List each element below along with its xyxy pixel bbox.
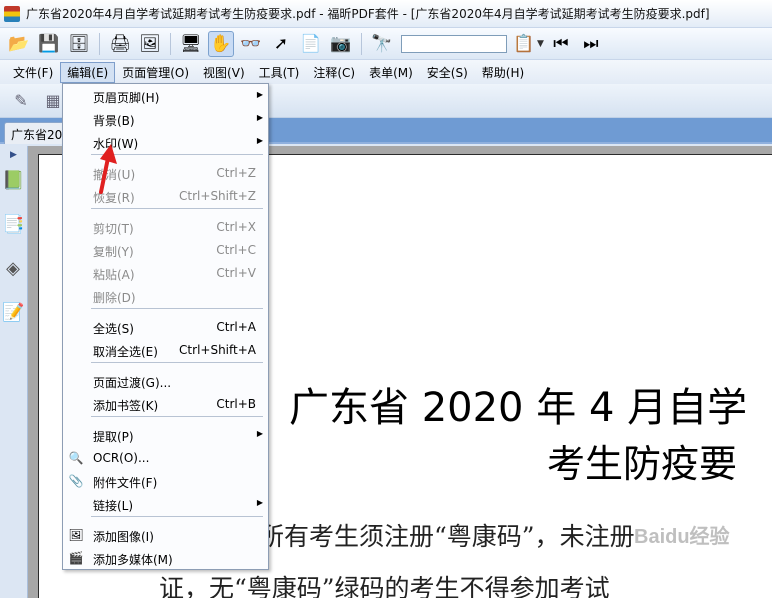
window-title: 广东省2020年4月自学考试延期考试考生防疫要求.pdf - 福昕PDF套件 -… [26,7,710,21]
menu-tools[interactable]: 工具(T) [252,62,307,83]
title-bar: 广东省2020年4月自学考试延期考试考生防疫要求.pdf - 福昕PDF套件 -… [0,0,772,28]
menu-edit[interactable]: 编辑(E) [60,61,116,83]
bookmark-panel-icon[interactable]: 📗 [2,170,24,194]
save-all-icon[interactable]: 🗄 [66,31,92,57]
expand-arrow-icon[interactable]: ▶ [10,150,17,160]
pages-panel-icon[interactable]: 📑 [2,214,24,238]
paint-brush-icon[interactable]: ✎ [8,88,34,114]
toolbar-separator [170,32,171,55]
search-options-icon[interactable]: 📋 [511,31,537,57]
main-toolbar: 📂 💾 🗄 🖨 🖼 🖥 ✋ 👓 ➚ 📄 📷 🔭 📋 ▼ ⏮ ⏭ [0,28,772,60]
toolbar-separator [99,32,100,55]
menu-security[interactable]: 安全(S) [420,62,475,83]
menu-item-delete[interactable]: 删除(D) [63,285,268,307]
menu-item-page-transition[interactable]: 页面过渡(G)... [63,370,268,392]
hand-tool-icon[interactable]: ✋ [208,30,234,57]
paperclip-icon: 📎 [68,474,84,488]
submenu-arrow-icon: ▶ [256,429,263,438]
menu-separator [91,516,263,517]
document-title-line2: 考生防疫要 [547,442,738,486]
menu-separator [91,308,263,309]
menu-item-background[interactable]: 背景(B) ▶ [63,108,268,130]
chevron-down-icon[interactable]: ▼ [537,39,544,49]
menu-separator [91,416,263,417]
watermark: Baidu经验 [634,526,730,548]
menu-separator [91,362,263,363]
menu-item-redo[interactable]: 恢复(R) Ctrl+Shift+Z [63,185,268,207]
menu-comment[interactable]: 注释(C) [306,62,362,83]
submenu-arrow-icon: ▶ [256,113,263,122]
menu-help[interactable]: 帮助(H) [475,62,531,83]
menu-item-link[interactable]: 链接(L) ▶ [63,493,268,515]
layers-panel-icon[interactable]: ◈ [2,258,24,282]
submenu-arrow-icon: ▶ [256,498,263,507]
menu-item-watermark[interactable]: 水印(W) ▶ [63,131,268,153]
menu-item-copy[interactable]: 复制(Y) Ctrl+C [63,239,268,261]
signature-panel-icon[interactable]: 📝 [2,302,24,326]
menu-form[interactable]: 表单(M) [362,62,420,83]
toolbar-separator [361,32,362,55]
select-arrow-icon[interactable]: ➚ [268,31,294,57]
prev-arrow-icon[interactable]: ⏮ [548,31,574,57]
submenu-arrow-icon: ▶ [256,136,263,145]
binoculars-icon[interactable]: 🔭 [369,31,395,57]
menu-item-add-multimedia[interactable]: 🎬 添加多媒体(M) [63,547,268,569]
menu-item-undo[interactable]: 撤消(U) Ctrl+Z [63,162,268,184]
ocr-icon: 🔍 [68,451,84,465]
print-icon[interactable]: 🖨 [107,31,133,57]
submenu-arrow-icon: ▶ [256,90,263,99]
document-body-line2: 证，无“粤康码”绿码的考生不得参加考试 [159,574,610,598]
zoom-glasses-icon[interactable]: 👓 [238,31,264,57]
menu-item-add-bookmark[interactable]: 添加书签(K) Ctrl+B [63,393,268,415]
camera-icon[interactable]: 📷 [328,31,354,57]
open-folder-icon[interactable]: 📂 [6,31,32,57]
annotation-arrow-icon [99,144,117,194]
next-arrow-icon[interactable]: ⏭ [578,31,604,57]
menu-item-header-footer[interactable]: 页眉页脚(H) ▶ [63,85,268,107]
menu-item-cut[interactable]: 剪切(T) Ctrl+X [63,216,268,238]
menu-item-add-image[interactable]: 🖼 添加图像(I) [63,524,268,546]
menu-item-paste[interactable]: 粘贴(A) Ctrl+V [63,262,268,284]
menu-file[interactable]: 文件(F) [6,62,60,83]
menu-bar: 文件(F) 编辑(E) 页面管理(O) 视图(V) 工具(T) 注释(C) 表单… [0,60,772,84]
save-icon[interactable]: 💾 [36,31,62,57]
image-icon: 🖼 [68,528,84,542]
menu-separator [91,208,263,209]
menu-view[interactable]: 视图(V) [196,62,252,83]
menu-item-attach-file[interactable]: 📎 附件文件(F) [63,470,268,492]
app-logo-icon [4,5,20,22]
monitor-icon[interactable]: 🖥 [178,31,204,57]
menu-page-management[interactable]: 页面管理(O) [115,62,196,83]
menu-item-select-all[interactable]: 全选(S) Ctrl+A [63,316,268,338]
scan-icon[interactable]: 🖼 [137,31,163,57]
menu-item-ocr[interactable]: 🔍 OCR(O)... [63,447,268,469]
document-body-line1: 所有考生须注册“粤康码”，未注册 [259,522,635,551]
navigation-panel: ▶ 📗 📑 ◈ 📝 [0,146,28,598]
document-title-line1: 广东省 2020 年 4 月自学 [289,385,748,431]
menu-item-extract[interactable]: 提取(P) ▶ [63,424,268,446]
text-select-icon[interactable]: 📄 [298,31,324,57]
multimedia-icon: 🎬 [68,551,84,565]
edit-menu-dropdown: 页眉页脚(H) ▶ 背景(B) ▶ 水印(W) ▶ 撤消(U) Ctrl+Z 恢… [62,83,269,570]
search-input[interactable] [401,34,507,53]
menu-item-deselect-all[interactable]: 取消全选(E) Ctrl+Shift+A [63,339,268,361]
